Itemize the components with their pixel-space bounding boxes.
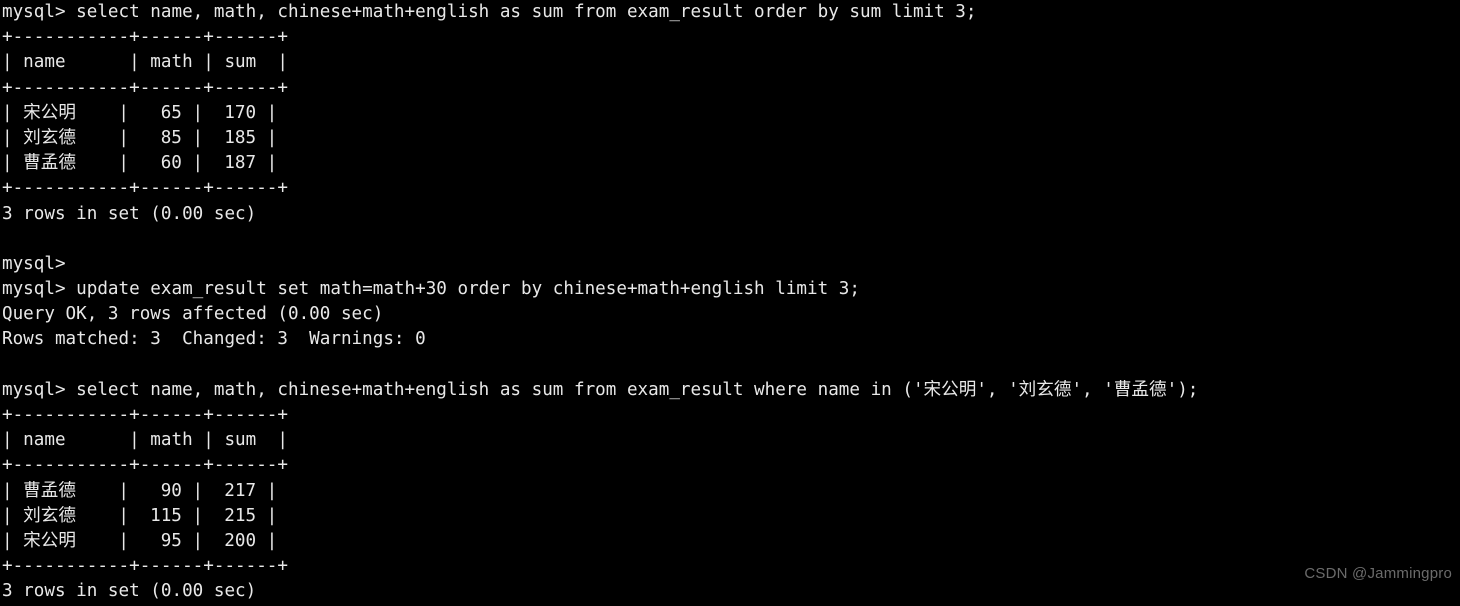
terminal-window[interactable]: mysql> select name, math, chinese+math+e… bbox=[0, 0, 1460, 606]
terminal-line: +-----------+------+------+ bbox=[2, 455, 288, 476]
terminal-line: Rows matched: 3 Changed: 3 Warnings: 0 bbox=[2, 329, 426, 350]
terminal-line: | 刘玄德 | 85 | 185 | bbox=[2, 127, 278, 148]
terminal-line: 3 rows in set (0.00 sec) bbox=[2, 203, 257, 224]
terminal-line: | 曹孟德 | 60 | 187 | bbox=[2, 153, 278, 174]
terminal-line: mysql> select name, math, chinese+math+e… bbox=[2, 379, 1199, 400]
terminal-line: | 宋公明 | 65 | 170 | bbox=[2, 102, 278, 123]
terminal-line: | name | math | sum | bbox=[2, 52, 288, 73]
terminal-line: | 宋公明 | 95 | 200 | bbox=[2, 530, 278, 551]
terminal-line: mysql> bbox=[2, 253, 66, 274]
terminal-line: +-----------+------+------+ bbox=[2, 178, 288, 199]
terminal-line: | 刘玄德 | 115 | 215 | bbox=[2, 505, 278, 526]
terminal-line: | name | math | sum | bbox=[2, 430, 288, 451]
terminal-line: | 曹孟德 | 90 | 217 | bbox=[2, 480, 278, 501]
terminal-line: mysql> update exam_result set math=math+… bbox=[2, 279, 860, 300]
terminal-line: +-----------+------+------+ bbox=[2, 556, 288, 577]
watermark: CSDN @Jammingpro bbox=[1304, 565, 1452, 582]
terminal-line: Query OK, 3 rows affected (0.00 sec) bbox=[2, 304, 384, 325]
terminal-line: +-----------+------+------+ bbox=[2, 405, 288, 425]
terminal-line: +-----------+------+------+ bbox=[2, 27, 288, 48]
terminal-line: mysql> select name, math, chinese+math+e… bbox=[2, 2, 977, 22]
terminal-line: 3 rows in set (0.00 sec) bbox=[2, 581, 257, 602]
terminal-line: +-----------+------+------+ bbox=[2, 77, 288, 98]
